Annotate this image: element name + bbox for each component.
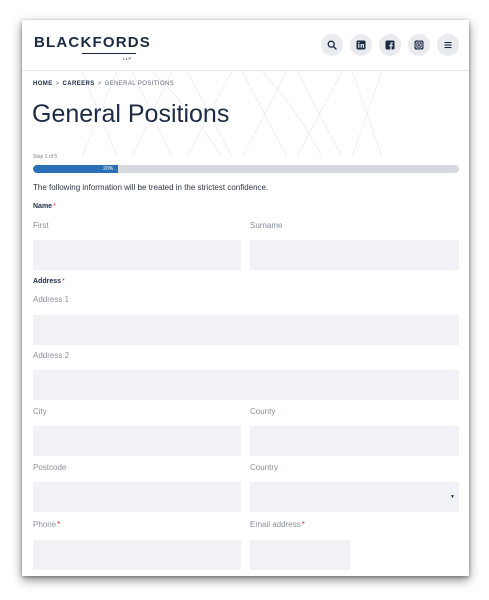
logo-text: BLACKFORDS <box>34 34 151 51</box>
logo-underline <box>82 53 136 54</box>
county-field[interactable] <box>250 426 459 456</box>
country-label: Country <box>250 463 279 472</box>
required-marker: * <box>57 520 61 529</box>
required-marker: * <box>301 520 305 529</box>
address2-field[interactable] <box>33 370 459 400</box>
phone-field[interactable] <box>33 540 241 570</box>
breadcrumb-careers[interactable]: CAREERS <box>63 81 95 87</box>
menu-button[interactable] <box>437 34 459 56</box>
postcode-label: Postcode <box>33 463 67 472</box>
instagram-button[interactable] <box>408 34 430 56</box>
breadcrumb-separator: > <box>55 81 60 87</box>
address1-field[interactable] <box>33 315 459 345</box>
country-select[interactable]: ▼ <box>250 482 459 512</box>
county-label: County <box>250 407 276 416</box>
facebook-icon <box>385 40 395 50</box>
first-name-label: First <box>33 221 49 230</box>
facebook-button[interactable] <box>379 34 401 56</box>
email-field[interactable] <box>250 540 350 570</box>
confidentiality-note: The following information will be treate… <box>33 183 269 192</box>
step-indicator: Step 1 of 5 <box>33 154 58 160</box>
email-label-text: Email address <box>250 520 301 529</box>
name-label-text: Name <box>33 203 53 210</box>
breadcrumb-separator: > <box>97 81 102 87</box>
progress-fill: 20% <box>33 165 119 173</box>
linkedin-button[interactable] <box>350 34 372 56</box>
page-frame: BLACKFORDS LLP HOME > CAREERS > GENERAL … <box>22 20 469 576</box>
page-title: General Positions <box>32 100 230 128</box>
postcode-field[interactable] <box>33 482 241 512</box>
site-header: BLACKFORDS LLP <box>22 20 469 71</box>
breadcrumb-current: GENERAL POSITIONS <box>104 81 175 87</box>
surname-field[interactable] <box>250 240 459 270</box>
phone-label: Phone* <box>33 520 60 529</box>
search-button[interactable] <box>321 34 343 56</box>
breadcrumb: HOME > CAREERS > GENERAL POSITIONS <box>33 81 174 87</box>
city-label: City <box>33 407 47 416</box>
city-field[interactable] <box>33 426 241 456</box>
progress-bar: 20% <box>33 165 459 173</box>
email-label: Email address* <box>250 520 305 529</box>
address-label-text: Address <box>33 278 62 285</box>
name-section-label: Name* <box>33 203 56 210</box>
first-name-field[interactable] <box>33 240 241 270</box>
instagram-icon <box>414 40 424 50</box>
logo-sub-text: LLP <box>123 56 132 61</box>
required-marker: * <box>62 278 65 285</box>
chevron-down-icon: ▼ <box>450 494 455 500</box>
surname-label: Surname <box>250 221 283 230</box>
search-icon <box>327 40 337 50</box>
brand-logo[interactable]: BLACKFORDS LLP <box>34 34 151 61</box>
address2-label: Address 2 <box>33 351 70 360</box>
required-marker: * <box>53 203 56 210</box>
phone-label-text: Phone <box>33 520 57 529</box>
progress-percent: 20% <box>103 166 114 172</box>
menu-icon <box>444 41 452 49</box>
address-section-label: Address* <box>33 278 65 285</box>
breadcrumb-home[interactable]: HOME <box>33 81 53 87</box>
linkedin-icon <box>356 40 366 50</box>
address1-label: Address 1 <box>33 295 70 304</box>
